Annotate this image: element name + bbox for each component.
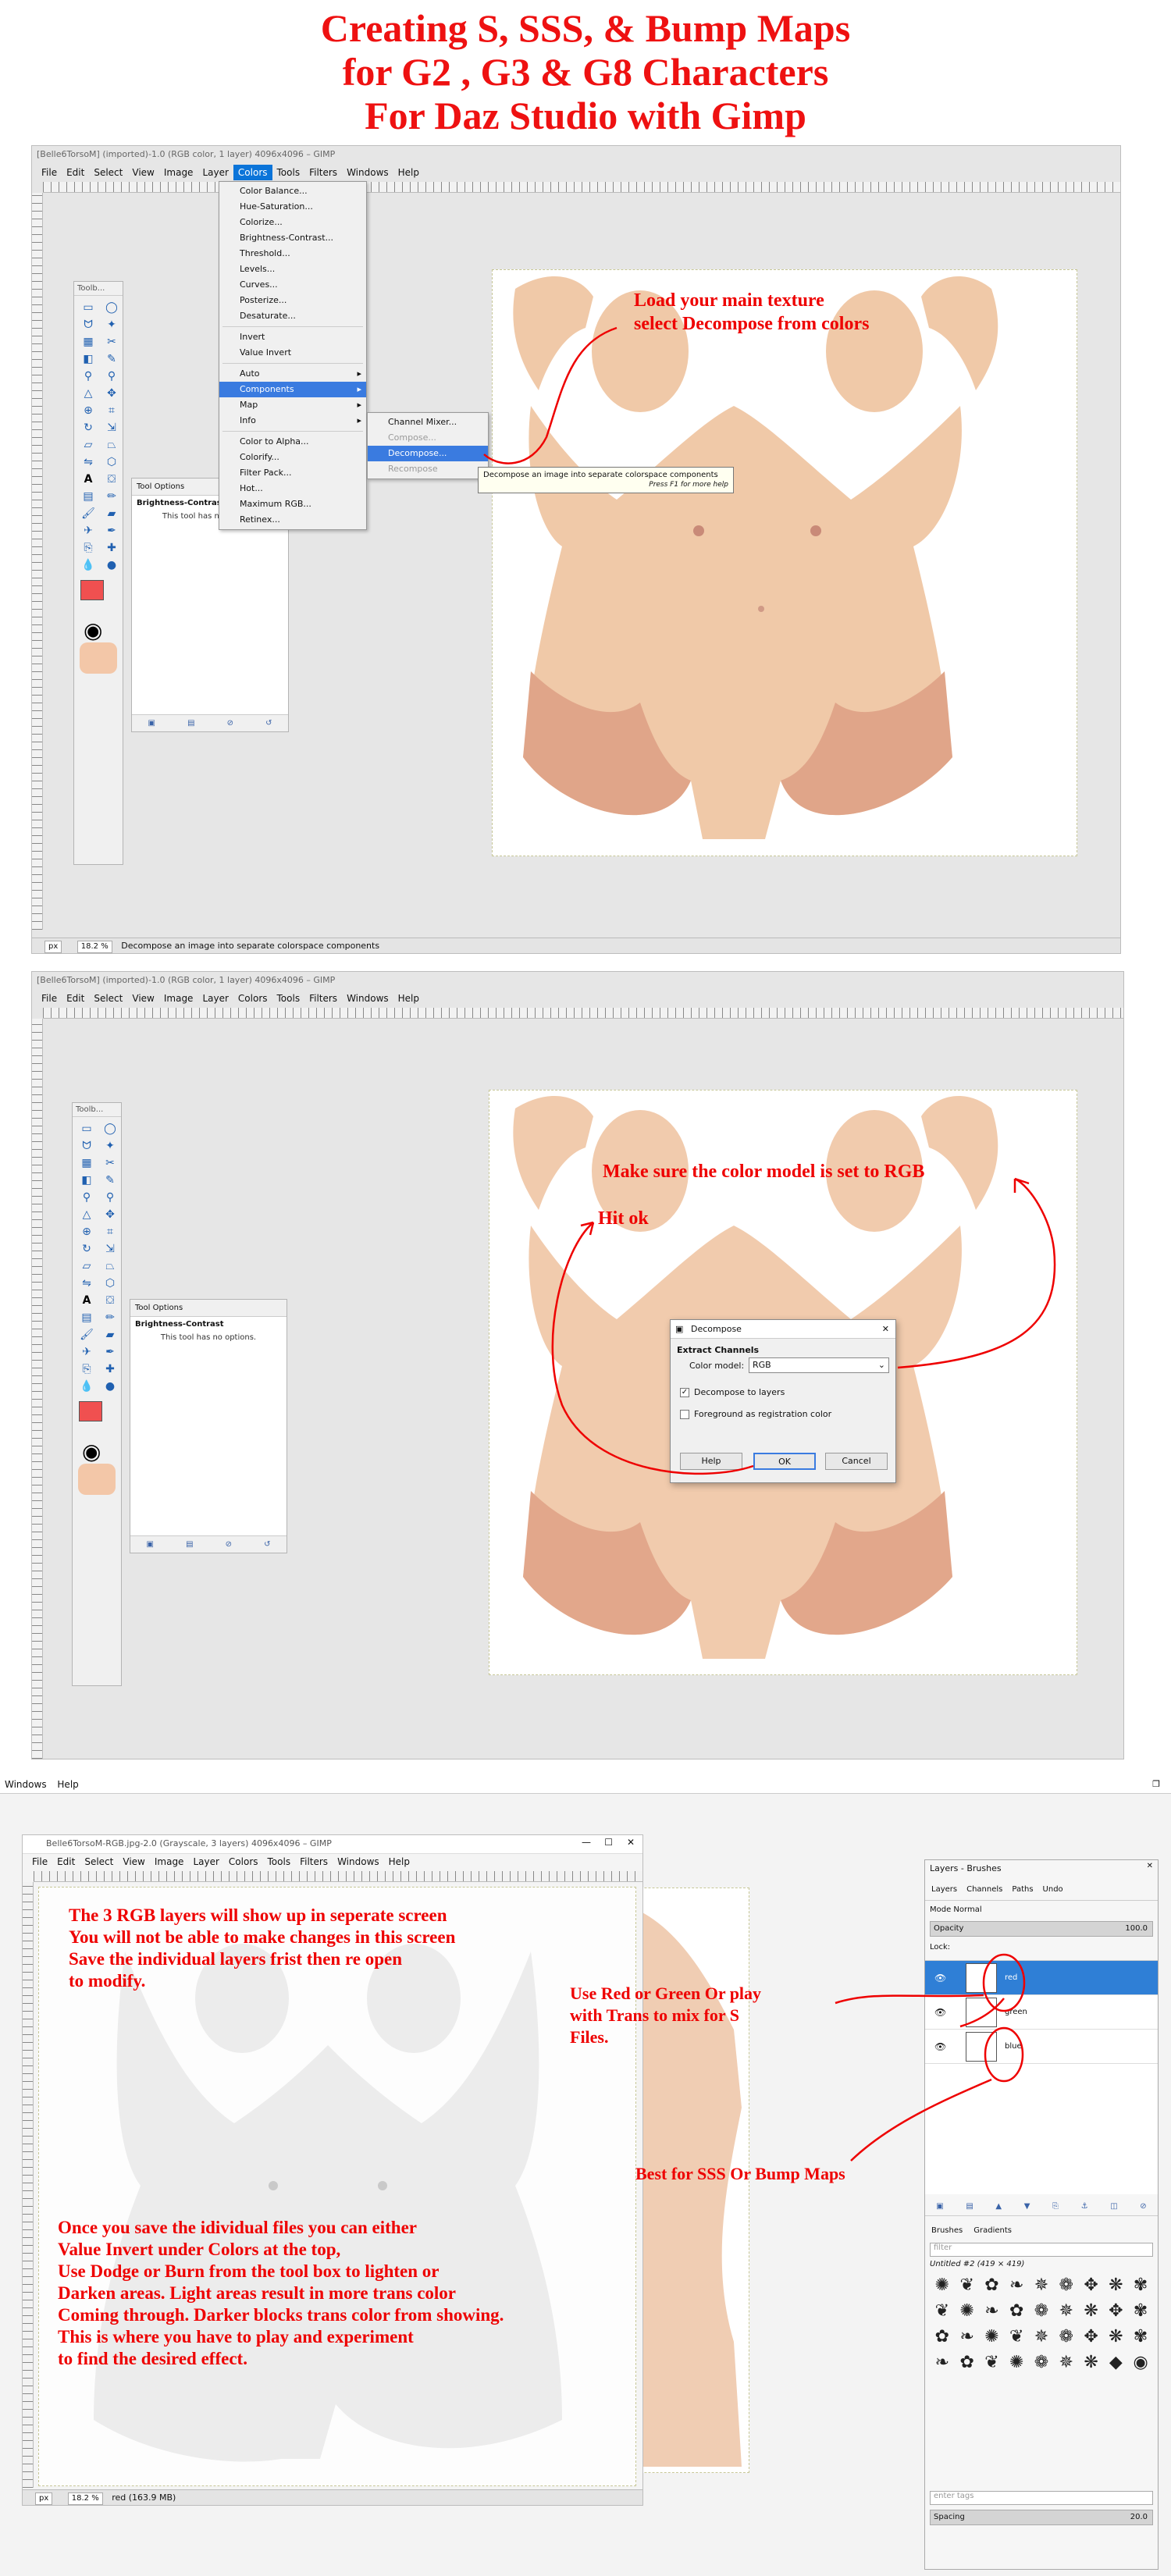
annotation-arrows-3 [835,1953,1026,2161]
